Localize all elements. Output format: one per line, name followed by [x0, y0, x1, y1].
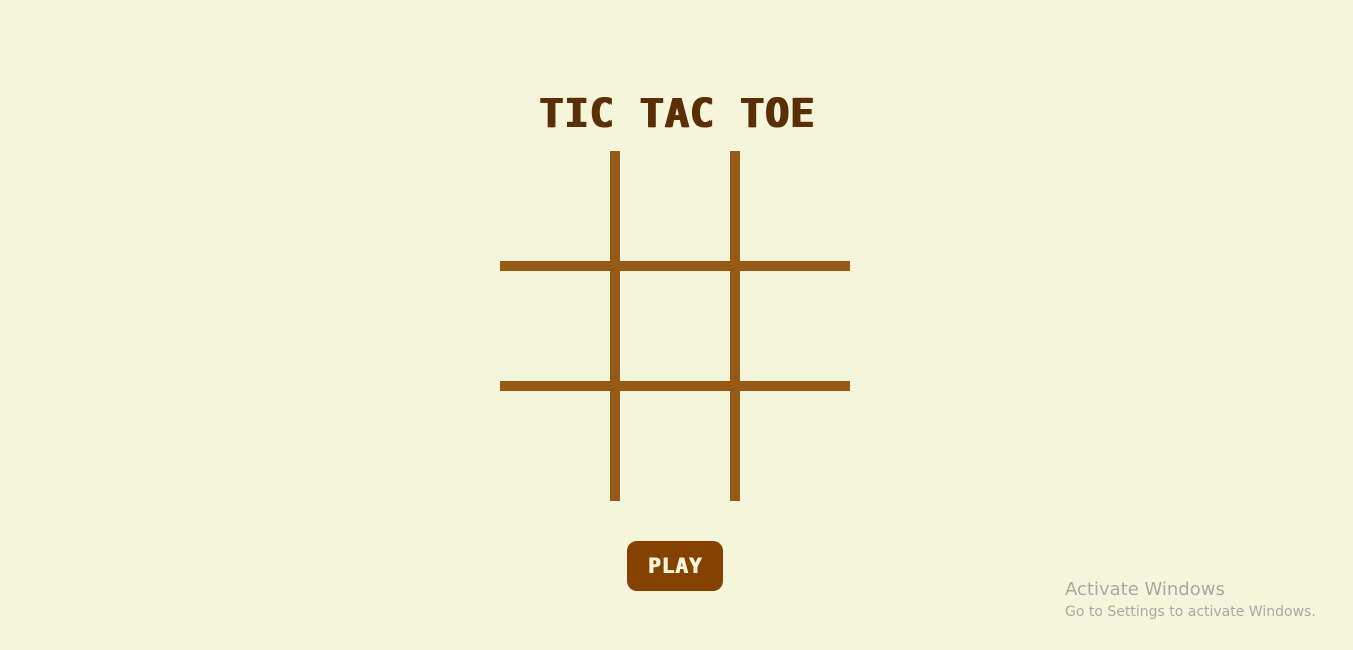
grid-line-vertical-1	[610, 151, 620, 501]
grid-line-horizontal-2	[500, 381, 850, 391]
game-board	[500, 151, 850, 501]
board-cell-6[interactable]	[740, 271, 850, 381]
board-cell-7[interactable]	[500, 391, 610, 501]
game-title: TIC TAC TOE	[538, 90, 815, 137]
activate-windows-watermark: Activate Windows Go to Settings to activ…	[1065, 579, 1316, 623]
board-cell-8[interactable]	[620, 391, 730, 501]
board-cell-4[interactable]	[500, 271, 610, 381]
play-button[interactable]: PLAY	[627, 541, 723, 591]
watermark-title: Activate Windows	[1065, 579, 1225, 600]
board-cell-9[interactable]	[740, 391, 850, 501]
board-cell-1[interactable]	[500, 151, 610, 261]
watermark-subtitle: Go to Settings to activate Windows.	[1065, 604, 1316, 620]
grid-line-vertical-2	[730, 151, 740, 501]
board-cell-2[interactable]	[620, 151, 730, 261]
grid-line-horizontal-1	[500, 261, 850, 271]
board-cell-5[interactable]	[620, 271, 730, 381]
board-cell-3[interactable]	[740, 151, 850, 261]
